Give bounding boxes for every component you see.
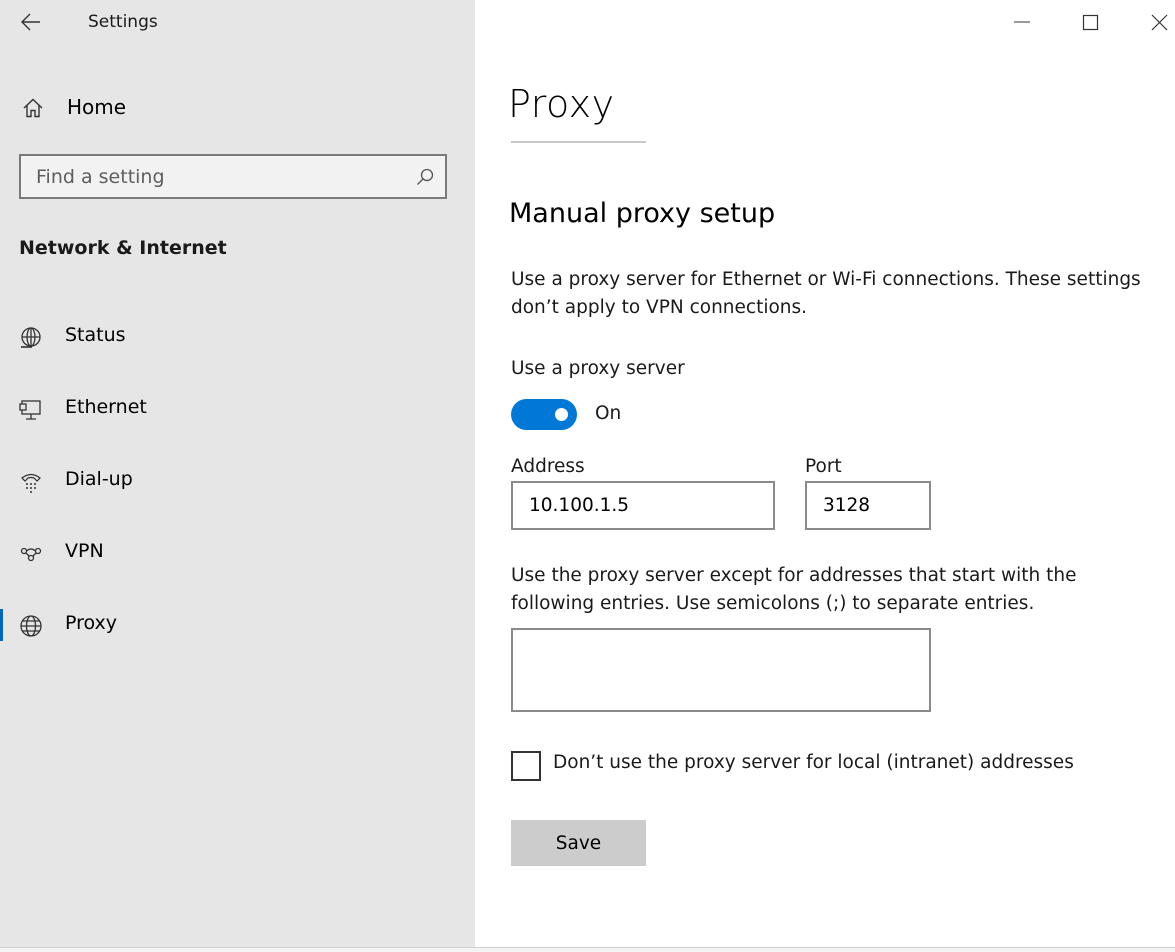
use-proxy-label: Use a proxy server [511,358,685,379]
selection-indicator [0,609,3,641]
sidebar-item-label: Ethernet [65,396,147,418]
use-proxy-toggle[interactable] [511,399,577,430]
vpn-icon [20,547,42,562]
sidebar-item-vpn[interactable]: VPN [0,529,475,577]
sidebar-item-label: VPN [65,540,104,562]
search-icon[interactable] [415,167,435,187]
save-button[interactable]: Save [511,820,646,866]
section-heading: Manual proxy setup [509,198,776,229]
close-button[interactable] [1136,0,1175,44]
port-label: Port [805,456,842,477]
home-label: Home [67,95,127,119]
home-icon [23,98,43,118]
app-title: Settings [88,12,158,32]
maximize-button[interactable] [1067,0,1113,44]
globe-status-icon [21,327,41,348]
close-icon [1151,14,1168,31]
main-content: Proxy Manual proxy setup Use a proxy ser… [475,0,1175,947]
sidebar-section-title: Network & Internet [19,237,227,259]
sidebar-item-label: Dial-up [65,468,133,490]
sidebar: Settings Home Network & Internet Status … [0,0,475,947]
background-window-strip [0,947,1175,952]
exceptions-description: Use the proxy server except for addresse… [511,565,1077,614]
title-underline [511,141,646,143]
home-nav-item[interactable]: Home [18,90,318,126]
maximize-icon [1082,14,1099,31]
search-input[interactable] [36,163,406,191]
address-input[interactable] [511,481,775,530]
back-arrow-icon [21,13,40,31]
proxy-description: Use a proxy server for Ethernet or Wi-Fi… [511,269,1141,318]
minimize-icon [1014,21,1030,23]
sidebar-item-label: Proxy [65,612,118,634]
sidebar-item-ethernet[interactable]: Ethernet [0,385,475,433]
sidebar-item-status[interactable]: Status [0,313,475,361]
page-title: Proxy [508,82,615,126]
exceptions-input[interactable] [511,628,931,712]
minimize-button[interactable] [999,0,1045,44]
search-box[interactable] [19,154,447,199]
address-label: Address [511,456,585,477]
back-button[interactable] [14,6,50,38]
local-addresses-checkbox[interactable] [511,751,541,781]
ethernet-icon [19,400,41,420]
sidebar-item-label: Status [65,324,126,346]
port-input[interactable] [805,481,931,530]
dial-up-icon [21,473,41,493]
sidebar-item-proxy[interactable]: Proxy [0,601,475,649]
toggle-state-label: On [595,403,622,424]
local-addresses-label[interactable]: Don’t use the proxy server for local (in… [553,752,1074,773]
toggle-knob [555,408,568,421]
sidebar-item-dial-up[interactable]: Dial-up [0,457,475,505]
globe-icon [20,615,42,637]
